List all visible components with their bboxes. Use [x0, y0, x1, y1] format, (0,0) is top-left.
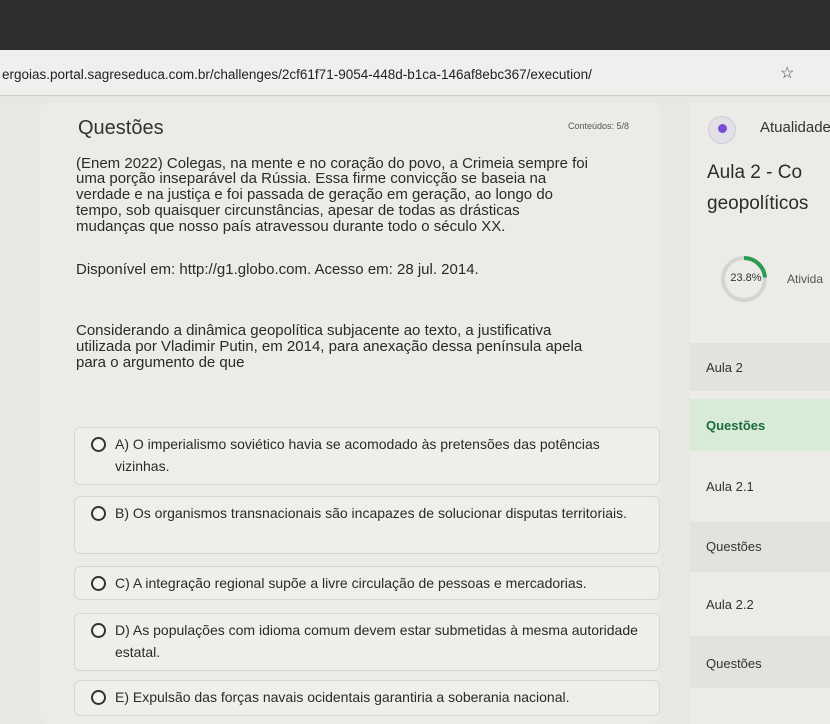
content-counter: Conteúdos: 5/8 — [568, 121, 630, 131]
current-events-icon — [708, 116, 736, 144]
radio-button[interactable] — [91, 690, 106, 705]
answer-option-c[interactable]: C) A integração regional supõe a livre c… — [74, 566, 660, 600]
progress-percent: 23.8% — [730, 272, 762, 284]
answer-option-b[interactable]: B) Os organismos transnacionais são inca… — [74, 496, 660, 554]
sidebar-atualidade: Atualidade — [760, 119, 830, 136]
question-prompt-line: utilizada por Vladimir Putin, em 2014, p… — [76, 338, 583, 355]
address-bar[interactable]: ergoias.portal.sagreseduca.com.br/challe… — [0, 50, 830, 96]
question-text-line: verdade e na justiça e foi passada de ge… — [76, 186, 553, 203]
option-label: E) Expulsão das forças navais ocidentais… — [115, 689, 570, 705]
option-label: B) Os organismos transnacionais são inca… — [115, 505, 628, 521]
sidebar-item-aula-2-1[interactable]: Aula 2.1 — [690, 467, 830, 507]
activities-label: Ativida — [787, 272, 824, 286]
answer-option-e[interactable]: E) Expulsão das forças navais ocidentais… — [74, 680, 660, 716]
question-text-line: tempo, sob quaisquer circunstâncias, ape… — [76, 202, 520, 219]
answer-option-d[interactable]: D) As populações com idioma comum devem … — [74, 613, 660, 671]
sidebar-item-aula-2-2[interactable]: Aula 2.2 — [690, 588, 830, 622]
option-label: D) As populações com idioma comum devem … — [115, 622, 638, 660]
sidebar-item-questoes-active[interactable]: Questões — [690, 399, 830, 451]
option-label: A) O imperialismo soviético havia se aco… — [115, 436, 600, 474]
question-text-line: mudanças que nosso país atravessou duran… — [76, 218, 506, 235]
radio-button[interactable] — [91, 576, 106, 591]
sidebar-item-questoes[interactable]: Questões — [690, 636, 830, 688]
url-text[interactable]: ergoias.portal.sagreseduca.com.br/challe… — [2, 67, 592, 82]
option-label: C) A integração regional supõe a livre c… — [115, 575, 587, 591]
radio-button[interactable] — [91, 506, 106, 521]
page-title: Questões — [78, 117, 164, 139]
answer-option-a[interactable]: A) O imperialismo soviético havia se aco… — [74, 427, 660, 485]
star-icon[interactable]: ☆ — [780, 63, 794, 83]
radio-button[interactable] — [91, 437, 106, 452]
question-source: Disponível em: http://g1.globo.com. Aces… — [76, 261, 479, 278]
question-text-line: uma porção inseparável da Rússia. Essa f… — [76, 170, 547, 187]
sidebar-item-questoes[interactable]: Questões — [690, 522, 830, 572]
browser-tab-strip — [0, 0, 830, 50]
lesson-title: Aula 2 - Co — [707, 162, 803, 183]
lesson-subtitle: geopolíticos — [707, 193, 809, 214]
question-prompt-line: para o argumento de que — [76, 354, 245, 371]
question-prompt-line: Considerando a dinâmica geopolítica subj… — [76, 322, 552, 339]
radio-button[interactable] — [91, 623, 106, 638]
sidebar-item-aula-2[interactable]: Aula 2 — [690, 343, 830, 391]
question-text-line: (Enem 2022) Colegas, na mente e no coraç… — [76, 155, 588, 172]
